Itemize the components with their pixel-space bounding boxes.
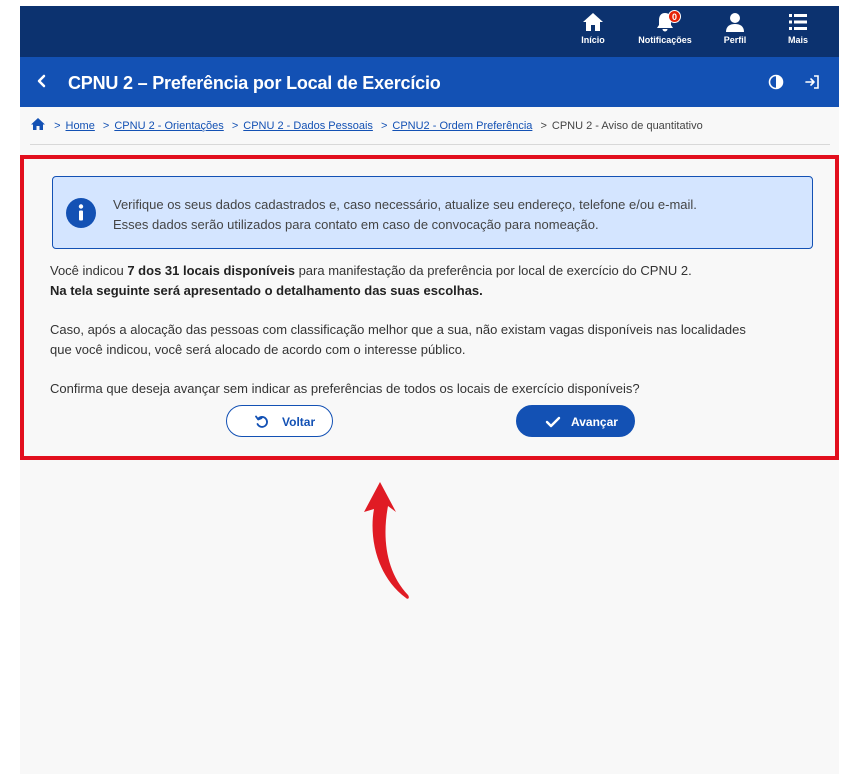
- divider: [30, 144, 830, 145]
- highlighted-panel: Verifique os seus dados cadastrados e, c…: [20, 155, 839, 460]
- check-icon: [545, 416, 561, 428]
- nav-perfil-label: Perfil: [723, 35, 747, 45]
- allocation-line-1: Caso, após a alocação das pessoas com cl…: [50, 322, 746, 337]
- nav-perfil[interactable]: Perfil: [703, 12, 767, 54]
- nav-inicio-label: Início: [581, 35, 605, 45]
- next-button[interactable]: Avançar: [516, 405, 635, 437]
- breadcrumb-home-icon[interactable]: [30, 117, 46, 131]
- title-bar: CPNU 2 – Preferência por Local de Exercí…: [20, 57, 839, 107]
- page-title: CPNU 2 – Preferência por Local de Exercí…: [68, 73, 441, 93]
- allocation-notice: Caso, após a alocação das pessoas com cl…: [50, 320, 820, 360]
- allocation-line-2: que você indicou, você será alocado de a…: [50, 342, 466, 357]
- undo-icon: [255, 415, 268, 428]
- breadcrumb-link-orientacoes[interactable]: CPNU 2 - Orientações: [114, 120, 223, 132]
- alert-message: Verifique os seus dados cadastrados e, c…: [113, 195, 697, 235]
- nav-notificacoes-label: Notificações: [638, 35, 692, 45]
- summary-count: 7 dos 31 locais disponíveis: [127, 263, 295, 278]
- menu-list-icon: [789, 14, 807, 30]
- notification-badge: 0: [668, 10, 681, 23]
- summary-post: para manifestação da preferência por loc…: [294, 263, 692, 278]
- back-button-label: Voltar: [282, 415, 316, 429]
- sign-in-icon[interactable]: [804, 74, 820, 90]
- back-button[interactable]: Voltar: [226, 405, 333, 437]
- info-alert: Verifique os seus dados cadastrados e, c…: [52, 176, 813, 249]
- summary-pre: Você indicou: [50, 263, 128, 278]
- user-icon: [726, 13, 744, 32]
- chevron-left-icon[interactable]: [32, 71, 52, 91]
- app-frame: Início 0 Notificações Perfil Mais CPNU 2…: [20, 6, 839, 774]
- nav-inicio[interactable]: Início: [561, 12, 625, 54]
- selection-summary: Você indicou 7 dos 31 locais disponíveis…: [50, 261, 820, 301]
- breadcrumb-separator: >: [231, 120, 239, 132]
- home-icon: [583, 13, 603, 31]
- summary-next-screen: Na tela seguinte será apresentado o deta…: [50, 283, 483, 298]
- breadcrumb-current: CPNU 2 - Aviso de quantitativo: [551, 120, 703, 132]
- breadcrumb-separator: >: [380, 120, 388, 132]
- contrast-icon[interactable]: [768, 74, 784, 90]
- top-navbar: Início 0 Notificações Perfil Mais: [20, 6, 839, 57]
- nav-mais-label: Mais: [787, 35, 808, 45]
- breadcrumb-separator: >: [54, 120, 61, 132]
- nav-mais[interactable]: Mais: [766, 12, 830, 54]
- breadcrumb-link-ordem-preferencia[interactable]: CPNU2 - Ordem Preferência: [392, 120, 532, 132]
- confirm-question: Confirma que deseja avançar sem indicar …: [50, 381, 640, 396]
- info-icon: [66, 198, 96, 228]
- breadcrumb-link-home[interactable]: Home: [66, 120, 95, 132]
- breadcrumb: > Home > CPNU 2 - Orientações > CPNU 2 - Da…: [30, 117, 703, 133]
- breadcrumb-link-dados-pessoais[interactable]: CPNU 2 - Dados Pessoais: [243, 120, 373, 132]
- breadcrumb-separator: >: [540, 120, 547, 132]
- nav-notificacoes[interactable]: 0 Notificações: [633, 10, 697, 54]
- alert-line-2: Esses dados serão utilizados para contat…: [113, 217, 599, 232]
- red-arrow-annotation: [364, 482, 409, 599]
- next-button-label: Avançar: [571, 415, 618, 429]
- breadcrumb-separator: >: [102, 120, 110, 132]
- alert-line-1: Verifique os seus dados cadastrados e, c…: [113, 197, 697, 212]
